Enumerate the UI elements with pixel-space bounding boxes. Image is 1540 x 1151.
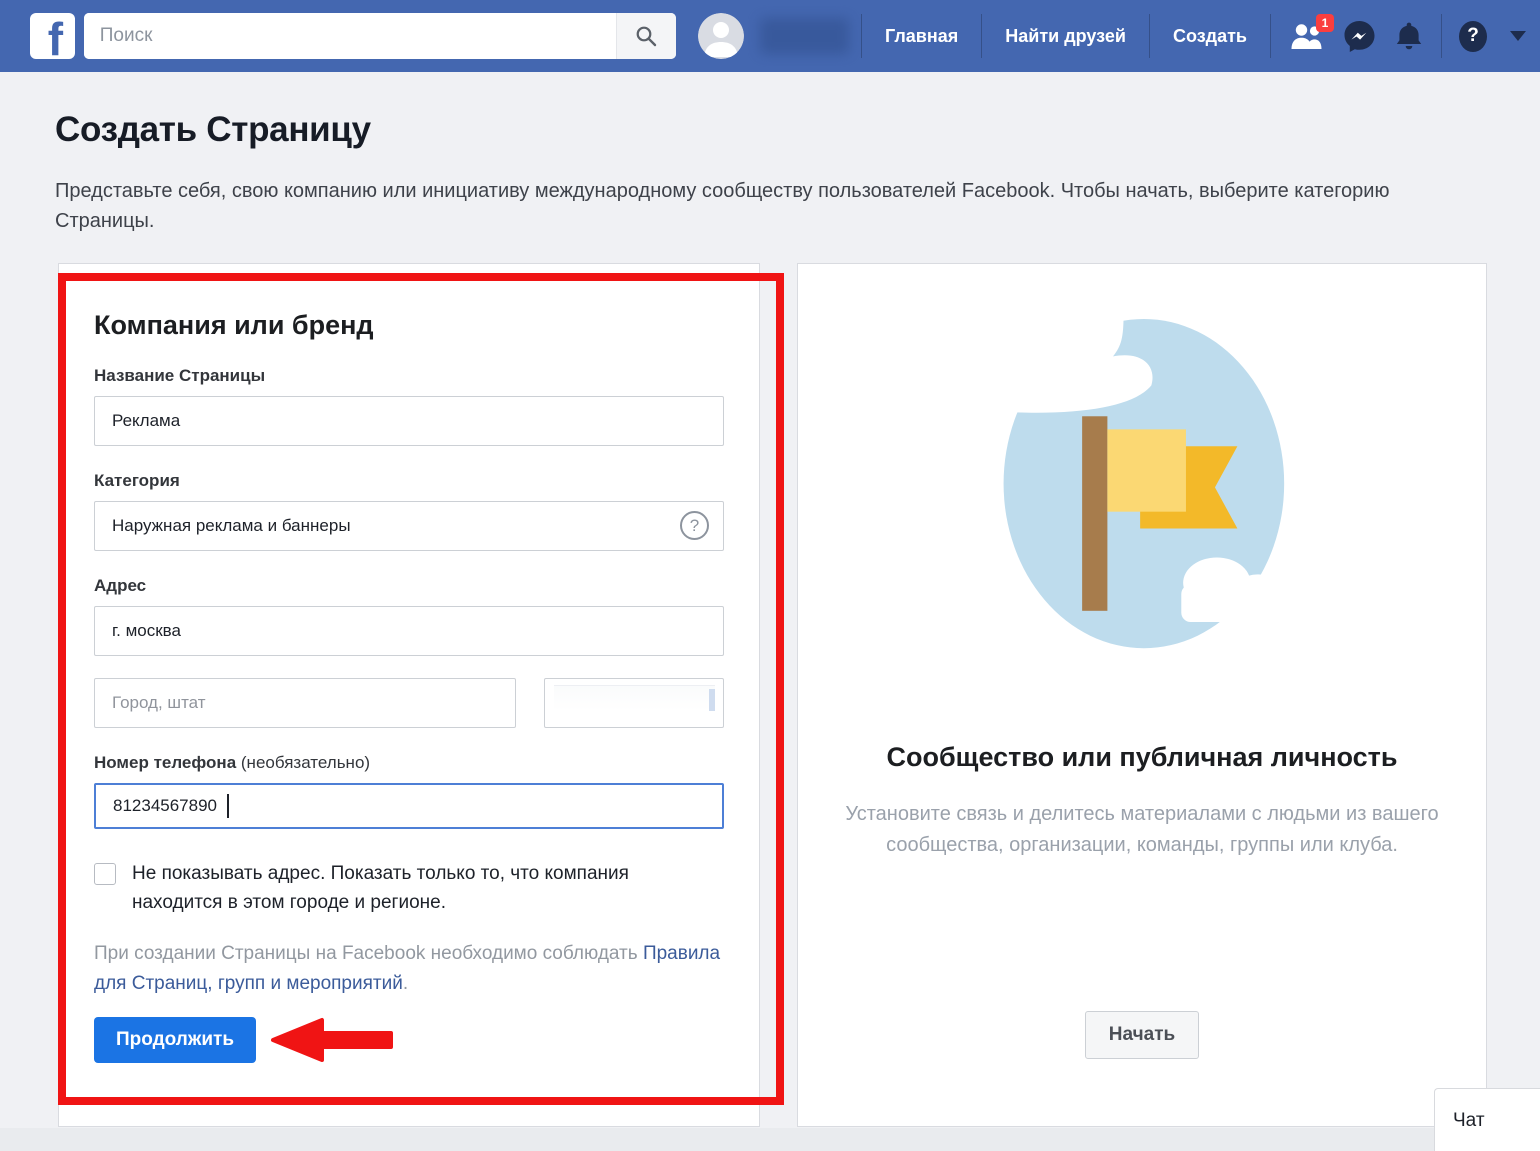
flag-illustration (983, 304, 1301, 652)
hide-address-checkbox[interactable] (94, 863, 116, 885)
address-input[interactable] (94, 606, 724, 656)
facebook-logo-letter: f (48, 21, 63, 59)
page-title: Создать Страницу (0, 72, 1540, 150)
user-avatar[interactable] (698, 13, 744, 59)
caret-down-icon (1510, 31, 1526, 41)
nav-icons: 1 ? (1275, 14, 1526, 58)
city-state-input[interactable] (94, 678, 516, 728)
search-box (84, 13, 676, 59)
search-input[interactable] (84, 13, 616, 59)
nav-link-create[interactable]: Создать (1150, 26, 1270, 47)
hide-address-label: Не показывать адрес. Показать только то,… (132, 859, 724, 918)
messenger-button[interactable] (1342, 19, 1377, 54)
phone-label-text: Номер телефона (94, 753, 236, 772)
business-card-title: Компания или бренд (94, 310, 724, 341)
page-name-label: Название Страницы (94, 366, 724, 386)
terms-suffix: . (403, 973, 408, 994)
nav-separator (1270, 14, 1271, 58)
page-subtitle: Представьте себя, свою компанию или иниц… (55, 176, 1447, 236)
redacted-content (554, 685, 715, 711)
notifications-button[interactable] (1394, 20, 1424, 52)
chat-label: Чат (1453, 1110, 1485, 1131)
help-button[interactable]: ? (1459, 21, 1487, 52)
continue-button[interactable]: Продолжить (94, 1017, 256, 1063)
community-card-title: Сообщество или публичная личность (798, 742, 1486, 773)
category-cards: Компания или бренд Название Страницы Кат… (58, 263, 1540, 1127)
category-help-icon[interactable]: ? (680, 511, 709, 540)
page-name-input[interactable] (94, 396, 724, 446)
terms-text: При создании Страницы на Facebook необхо… (94, 939, 724, 1000)
phone-optional-text: (необязательно) (241, 753, 370, 772)
footer-strip (0, 1128, 1540, 1151)
phone-input[interactable] (94, 783, 724, 829)
top-navbar: f Главная Найти друзей Создать (0, 0, 1540, 72)
card-business-brand: Компания или бренд Название Страницы Кат… (58, 263, 760, 1127)
notification-badge: 1 (1316, 14, 1334, 32)
user-name-redacted[interactable] (760, 18, 850, 54)
community-card-description: Установите связь и делитесь материалами … (838, 799, 1446, 861)
person-icon (698, 13, 744, 59)
search-button[interactable] (616, 13, 676, 59)
help-icon: ? (1459, 21, 1487, 52)
nav-separator (1441, 14, 1442, 58)
annotation-arrow-icon (270, 1017, 400, 1063)
category-input[interactable] (94, 501, 724, 551)
terms-prefix: При создании Страницы на Facebook необхо… (94, 943, 643, 964)
facebook-logo[interactable]: f (30, 13, 75, 59)
nav-link-find-friends[interactable]: Найти друзей (982, 26, 1149, 47)
nav-links: Главная Найти друзей Создать (861, 13, 1271, 59)
phone-label: Номер телефона (необязательно) (94, 753, 724, 773)
address-label: Адрес (94, 576, 724, 596)
nav-link-home[interactable]: Главная (862, 26, 981, 47)
start-button[interactable]: Начать (1085, 1011, 1199, 1059)
text-cursor (227, 794, 229, 818)
search-icon (634, 24, 658, 48)
card-community-public-figure: Сообщество или публичная личность Устано… (797, 263, 1487, 1127)
messenger-icon (1342, 19, 1377, 54)
chat-tab[interactable]: Чат (1434, 1088, 1540, 1151)
category-label: Категория (94, 471, 724, 491)
friend-requests-button[interactable]: 1 (1289, 21, 1325, 52)
account-menu-button[interactable] (1504, 31, 1526, 41)
bell-icon (1394, 20, 1424, 52)
